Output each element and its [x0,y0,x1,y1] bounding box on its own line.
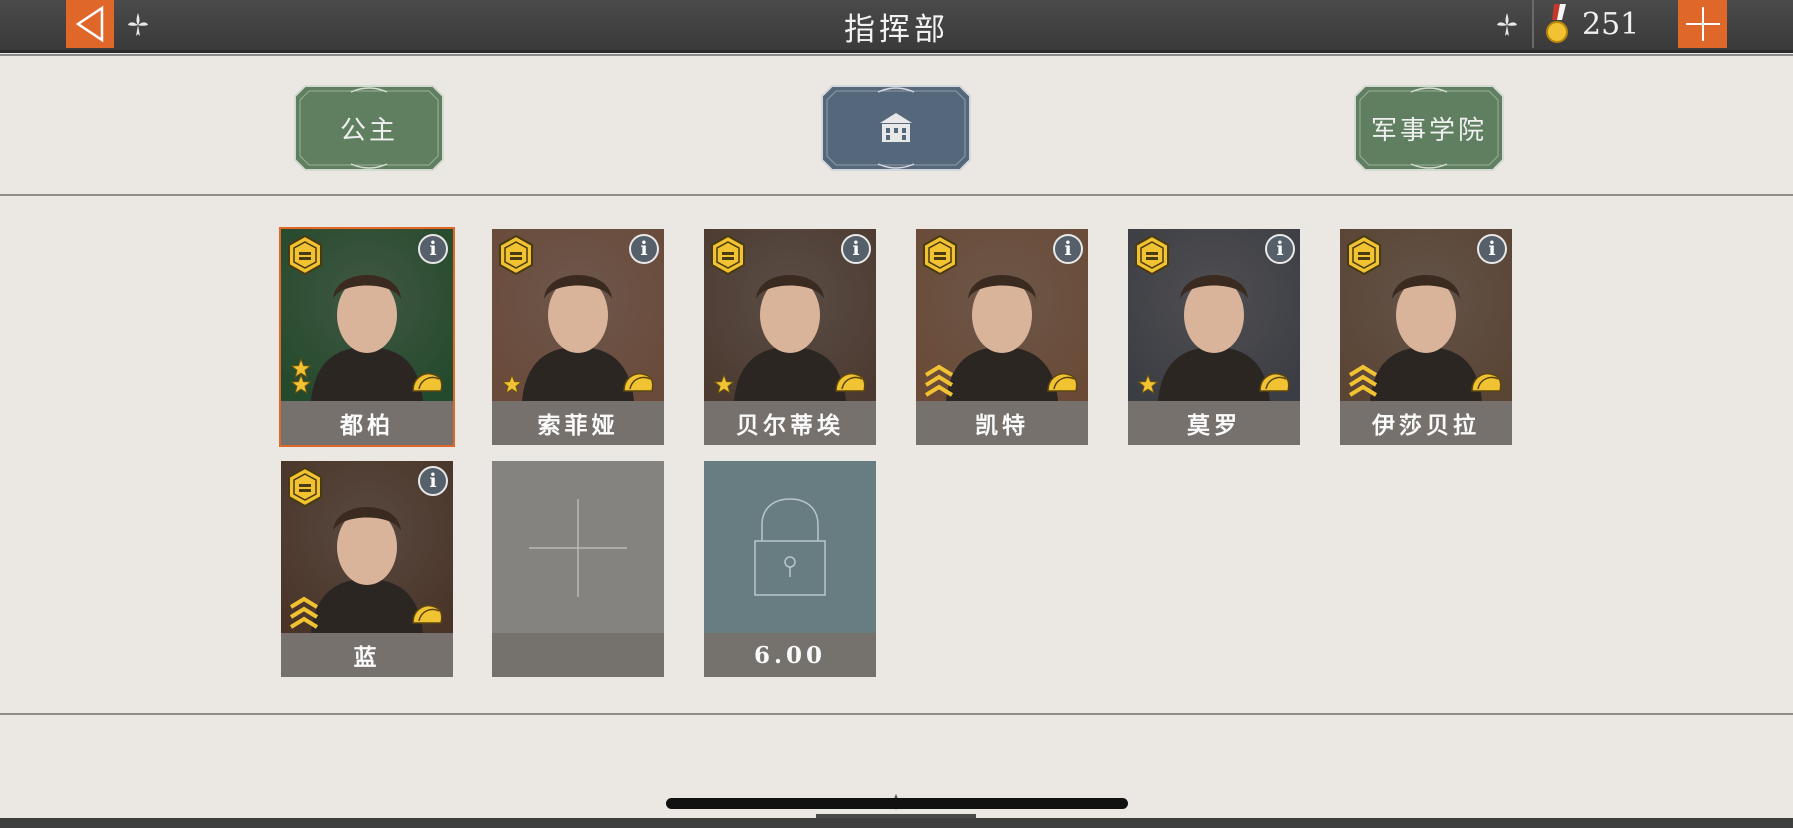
info-icon[interactable]: i [418,234,448,264]
commander-name: 贝尔蒂埃 [704,401,876,445]
helmet-icon [412,373,443,392]
commander-name: 凯特 [916,401,1088,445]
bottom-bar [0,818,1793,828]
medal-counter: 251 [1532,0,1680,48]
rank-badge-icon [1135,234,1169,276]
info-icon[interactable]: i [418,466,448,496]
info-icon[interactable]: i [1053,234,1083,264]
helmet-icon [1259,373,1290,392]
commander-card[interactable]: i 伊莎贝拉 [1340,229,1512,445]
plus-icon [1685,7,1720,41]
top-bar: 指挥部 251 [0,0,1793,53]
add-medals-button[interactable] [1678,0,1727,48]
add-slot-plus-icon [529,499,627,597]
commander-card[interactable]: i 凯特 [916,229,1088,445]
commander-card[interactable]: i 贝尔蒂埃 [704,229,876,445]
tab-military-academy[interactable]: 军事学院 [1351,82,1507,174]
rank-badge-icon [923,234,957,276]
rank-badge-icon [499,234,533,276]
helmet-icon [835,373,866,392]
commander-card[interactable]: i蓝 [281,461,453,677]
info-icon[interactable]: i [841,234,871,264]
commander-card[interactable]: i 索菲娅 [492,229,664,445]
tab-princess[interactable]: 公主 [291,82,447,174]
fleur-ornament-icon [1497,13,1517,36]
commander-name: 都柏 [281,401,453,445]
commander-name: 索菲娅 [492,401,664,445]
commander-card[interactable]: i 都柏 [279,227,455,447]
rank-badge-icon [288,234,322,276]
star-rank-icon [1137,373,1159,395]
locked-slot-card[interactable]: 6.00 [704,461,876,677]
info-icon[interactable]: i [1477,234,1507,264]
star-rank-icon [290,357,312,395]
empty-slot-label [492,633,664,677]
tab-headquarters[interactable] [818,82,974,174]
section-divider-top [0,194,1793,196]
rank-badge-icon [1347,234,1381,276]
star-rank-icon [713,373,735,395]
chevron-rank-icon [1348,364,1378,397]
helmet-icon [412,605,443,624]
empty-slot-card[interactable] [492,461,664,677]
section-divider-bottom [0,713,1793,715]
medal-count: 251 [1582,6,1640,42]
helmet-icon [1471,373,1502,392]
helmet-icon [1047,373,1078,392]
commander-name: 蓝 [281,633,453,677]
building-icon [880,113,912,142]
helmet-icon [623,373,654,392]
commander-name: 伊莎贝拉 [1340,401,1512,445]
star-rank-icon [501,373,523,395]
commander-name: 莫罗 [1128,401,1300,445]
medal-icon [1546,4,1568,43]
page-title: 指挥部 [844,12,949,48]
unlock-price: 6.00 [704,633,876,677]
top-bar-underline [0,54,1793,56]
commander-card[interactable]: i 莫罗 [1128,229,1300,445]
info-icon[interactable]: i [1265,234,1295,264]
home-indicator[interactable] [666,798,1128,809]
chevron-rank-icon [289,596,319,629]
lock-icon [754,498,826,596]
rank-badge-icon [288,466,322,508]
info-icon[interactable]: i [629,234,659,264]
tab-military-academy-label: 军事学院 [1370,115,1487,146]
rank-badge-icon [711,234,745,276]
tab-princess-label: 公主 [339,115,398,146]
chevron-rank-icon [924,364,954,397]
